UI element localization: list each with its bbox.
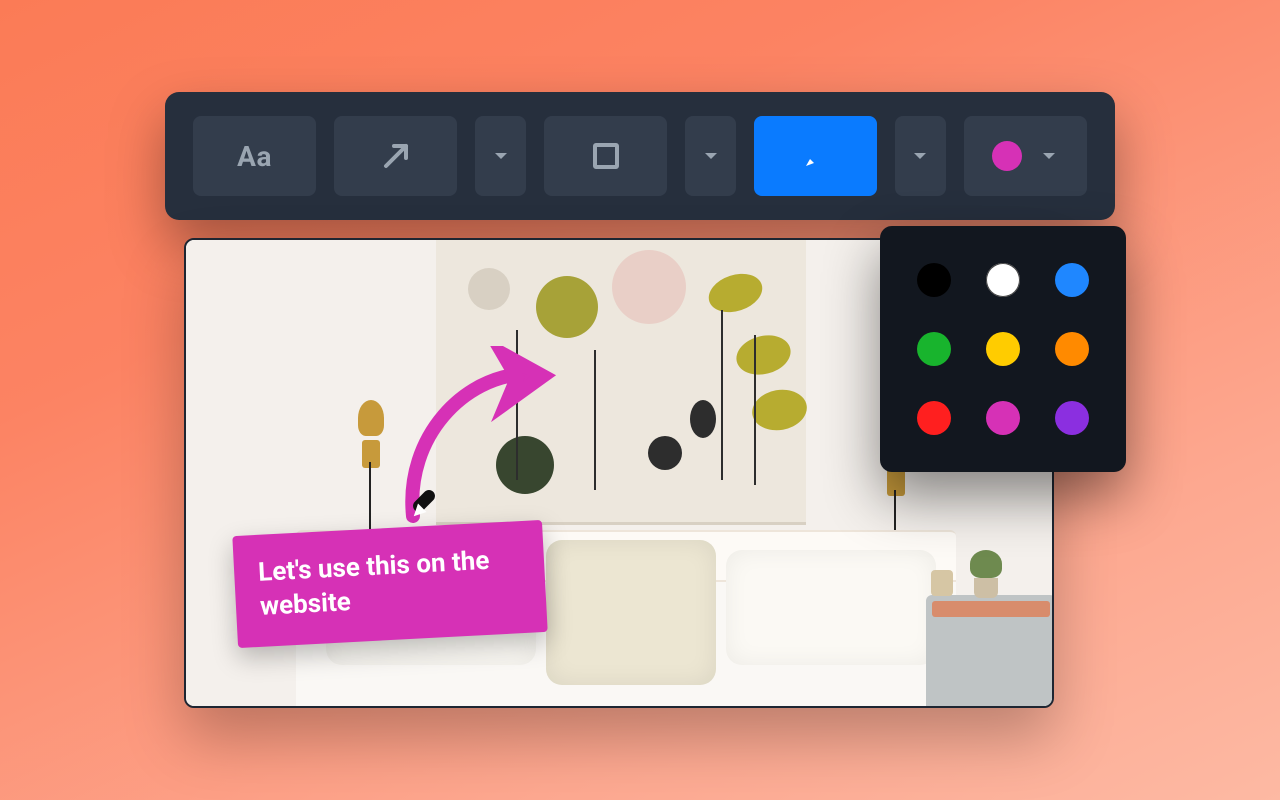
pen-tool-dropdown[interactable] — [895, 116, 946, 196]
photo-painting — [436, 240, 806, 525]
color-swatch-white[interactable] — [986, 263, 1020, 297]
photo-pillow — [726, 550, 936, 665]
chevron-down-icon — [492, 147, 510, 165]
annotation-toolbar: Aa — [165, 92, 1115, 220]
color-swatch-blue[interactable] — [1055, 263, 1089, 297]
chevron-down-icon — [702, 147, 720, 165]
rectangle-icon — [586, 136, 626, 176]
chevron-down-icon — [1040, 147, 1058, 165]
pen-cursor-icon — [406, 482, 446, 522]
text-tool-button[interactable]: Aa — [193, 116, 316, 196]
color-picker-popover — [880, 226, 1126, 472]
color-swatch-magenta[interactable] — [986, 401, 1020, 435]
arrow-tool-dropdown[interactable] — [475, 116, 526, 196]
photo-mug — [931, 570, 953, 596]
shape-tool-button[interactable] — [544, 116, 667, 196]
current-color-swatch — [992, 141, 1022, 171]
color-swatch-red[interactable] — [917, 401, 951, 435]
arrow-icon — [376, 136, 416, 176]
color-swatch-orange[interactable] — [1055, 332, 1089, 366]
annotation-text-label[interactable]: Let's use this on the website — [232, 520, 547, 648]
color-tool-button[interactable] — [964, 116, 1087, 196]
color-swatch-purple[interactable] — [1055, 401, 1089, 435]
chevron-down-icon — [911, 147, 929, 165]
arrow-tool-button[interactable] — [334, 116, 457, 196]
color-swatch-yellow[interactable] — [986, 332, 1020, 366]
text-icon: Aa — [237, 140, 272, 173]
color-swatch-black[interactable] — [917, 263, 951, 297]
photo-nightstand — [926, 595, 1054, 708]
color-swatch-green[interactable] — [917, 332, 951, 366]
photo-pillow — [546, 540, 716, 685]
photo-plant — [966, 550, 1006, 598]
shape-tool-dropdown[interactable] — [685, 116, 736, 196]
photo-sconce-left — [351, 400, 391, 460]
pen-icon — [795, 135, 837, 177]
pen-tool-button[interactable] — [754, 116, 877, 196]
